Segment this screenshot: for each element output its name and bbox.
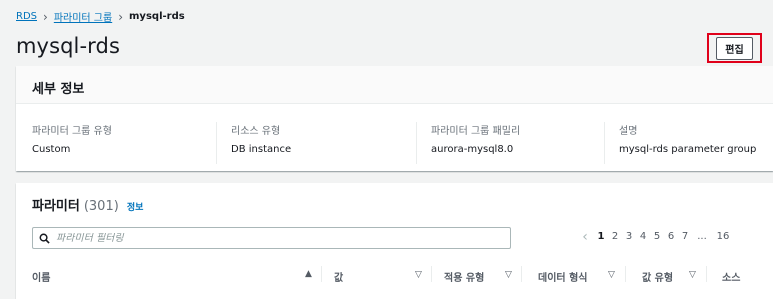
page-6[interactable]: 6 <box>664 231 678 242</box>
divider <box>216 122 217 164</box>
column-header-value-type[interactable]: 값 유형 <box>642 269 673 284</box>
column-divider <box>521 266 522 282</box>
detail-label: 설명 <box>619 126 638 137</box>
detail-value: DB instance <box>231 144 292 155</box>
previous-page-icon[interactable]: ‹ <box>576 230 594 244</box>
detail-parameter-group-family: 파라미터 그룹 패밀리 aurora-mysql8.0 <box>431 122 520 155</box>
detail-resource-type: 리소스 유형 DB instance <box>231 122 291 155</box>
parameter-filter <box>32 227 511 249</box>
divider <box>604 122 605 164</box>
sort-icon[interactable]: ▽ <box>608 270 615 280</box>
column-header-value[interactable]: 값 <box>334 269 343 284</box>
page-5[interactable]: 5 <box>650 231 664 242</box>
detail-value: mysql-rds parameter group <box>619 144 757 155</box>
chevron-right-icon: › <box>118 9 124 24</box>
column-header-name[interactable]: 이름 <box>32 269 50 284</box>
column-divider <box>431 266 432 282</box>
info-link[interactable]: 정보 <box>127 200 144 213</box>
details-panel: 세부 정보 파라미터 그룹 유형 Custom 리소스 유형 DB instan… <box>16 66 773 171</box>
column-divider <box>706 266 707 282</box>
detail-label: 파라미터 그룹 유형 <box>32 126 112 137</box>
column-header-source[interactable]: 소스 <box>722 269 740 284</box>
detail-label: 파라미터 그룹 패밀리 <box>431 126 521 137</box>
column-divider <box>625 266 626 282</box>
page-3[interactable]: 3 <box>622 231 636 242</box>
column-header-apply-type[interactable]: 적용 유형 <box>444 269 484 284</box>
sort-icon[interactable]: ▽ <box>505 270 512 280</box>
sort-icon[interactable]: ▽ <box>415 270 422 280</box>
edit-button[interactable]: 편집 <box>716 36 753 60</box>
sort-ascending-icon[interactable]: ▲ <box>305 269 312 279</box>
detail-description: 설명 mysql-rds parameter group <box>619 122 756 155</box>
detail-value: Custom <box>32 144 71 155</box>
divider <box>416 122 417 164</box>
page-4[interactable]: 4 <box>636 231 650 242</box>
sort-icon[interactable]: ▽ <box>689 270 696 280</box>
detail-parameter-group-type: 파라미터 그룹 유형 Custom <box>32 122 112 155</box>
breadcrumb-link-parameter-groups[interactable]: 파라미터 그룹 <box>54 9 112 24</box>
parameters-header: 파라미터 (301) 정보 <box>32 195 143 214</box>
parameters-count: (301) <box>83 199 119 214</box>
page-1[interactable]: 1 <box>594 231 608 242</box>
pagination: ‹ 1 2 3 4 5 6 7 ... 16 <box>576 230 734 244</box>
parameter-filter-input[interactable] <box>56 232 496 244</box>
table-header: 이름 ▲ 값 ▽ 적용 유형 ▽ 데이터 형식 ▽ 값 유형 ▽ 소스 <box>16 263 773 293</box>
search-icon <box>39 233 50 244</box>
column-header-data-type[interactable]: 데이터 형식 <box>538 269 587 284</box>
breadcrumb-link-rds[interactable]: RDS <box>16 11 37 22</box>
chevron-right-icon: › <box>43 9 48 24</box>
parameters-panel: 파라미터 (301) 정보 ‹ 1 2 3 4 5 6 7 ... 16 이름 … <box>16 183 773 299</box>
details-title: 세부 정보 <box>16 66 773 104</box>
page-7[interactable]: 7 <box>678 231 692 242</box>
breadcrumb: RDS › 파라미터 그룹 › mysql-rds <box>16 9 185 25</box>
page-title: mysql-rds <box>16 34 121 58</box>
page-2[interactable]: 2 <box>608 231 622 242</box>
parameters-title: 파라미터 <box>32 199 80 214</box>
page-16[interactable]: 16 <box>712 231 734 242</box>
breadcrumb-current: mysql-rds <box>129 11 185 22</box>
detail-label: 리소스 유형 <box>231 126 281 137</box>
edit-button-highlight: 편집 <box>707 33 762 63</box>
detail-value: aurora-mysql8.0 <box>431 144 514 155</box>
pagination-ellipsis: ... <box>697 231 707 242</box>
column-divider <box>321 266 322 282</box>
